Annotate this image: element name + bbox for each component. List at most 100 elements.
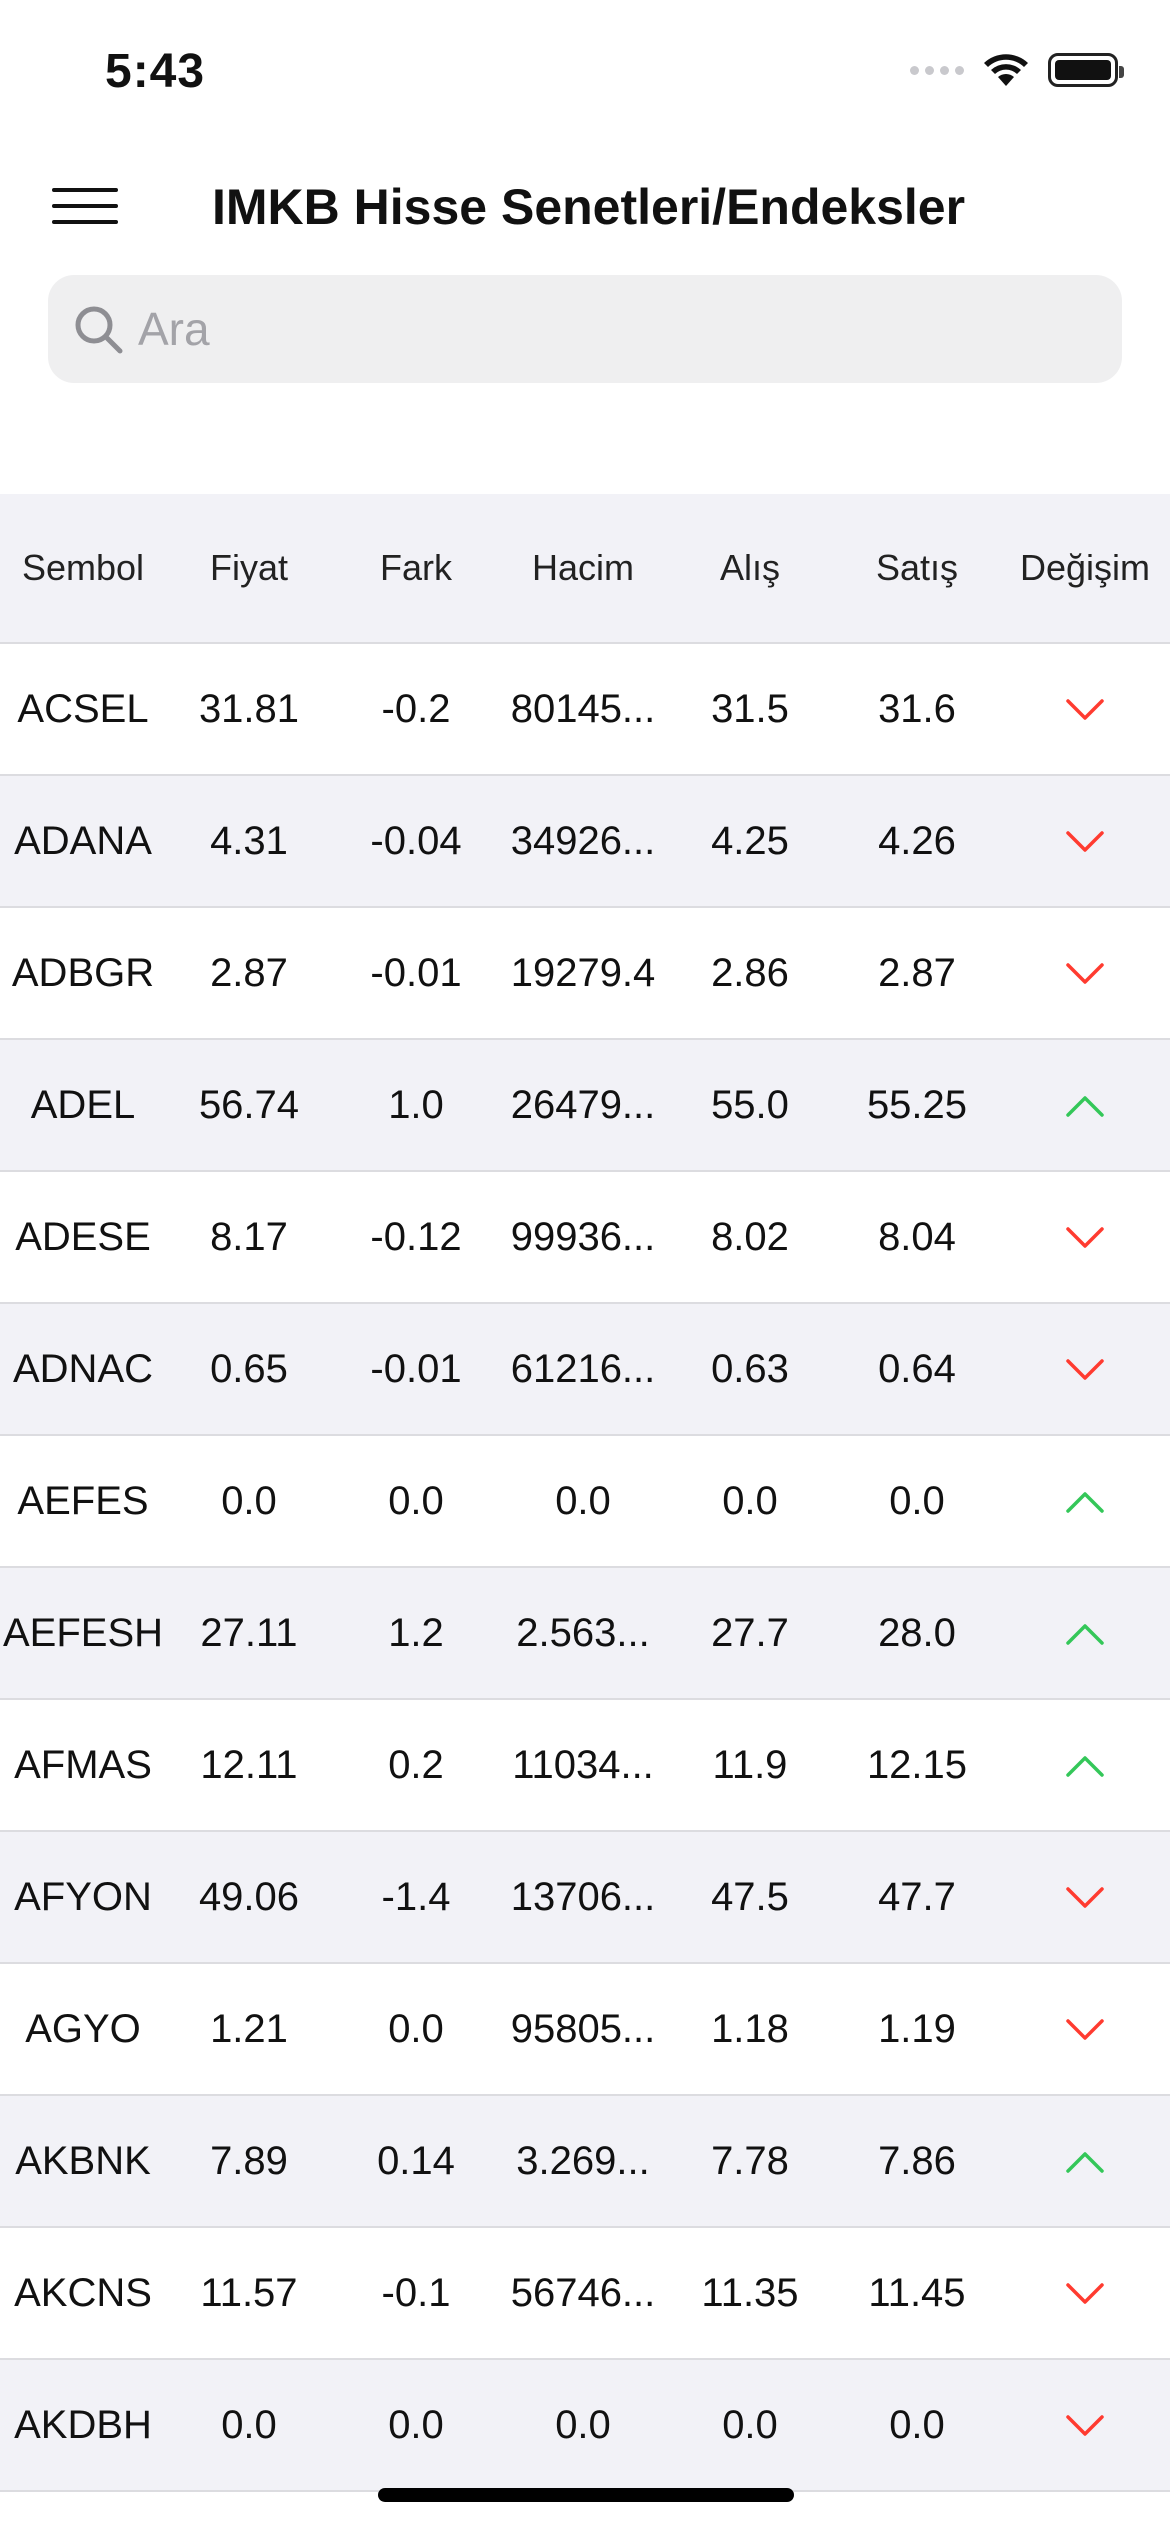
cell-fiyat: 27.11 bbox=[200, 1610, 298, 1655]
cell-sembol: AEFESH bbox=[2, 1610, 164, 1655]
cell-alis: 0.0 bbox=[722, 1478, 778, 1523]
cell-alis: 55.0 bbox=[711, 1082, 789, 1127]
wifi-icon bbox=[984, 54, 1028, 86]
cell-hacim: 3.269... bbox=[516, 2138, 650, 2183]
stock-table: Sembol Fiyat Fark Hacim Alış Satış Değişim ACS… bbox=[0, 494, 1170, 2492]
cell-fark: -0.2 bbox=[381, 686, 451, 731]
search-bar[interactable] bbox=[48, 275, 1122, 383]
cell-hacim: 56746... bbox=[510, 2270, 656, 2315]
table-row[interactable]: AFMAS 12.11 0.2 11034... 11.9 12.15 bbox=[0, 1700, 1170, 1832]
table-row[interactable]: AEFES 0.0 0.0 0.0 0.0 0.0 bbox=[0, 1436, 1170, 1568]
table-row[interactable]: ADBGR 2.87 -0.01 19279.4 2.86 2.87 bbox=[0, 908, 1170, 1040]
status-time: 5:43 bbox=[105, 45, 206, 98]
table-row[interactable]: ADEL 56.74 1.0 26479... 55.0 55.25 bbox=[0, 1040, 1170, 1172]
cell-alis: 7.78 bbox=[711, 2138, 789, 2183]
cell-satis: 2.87 bbox=[878, 950, 956, 995]
cell-alis: 1.18 bbox=[711, 2006, 789, 2051]
chevron-down-icon bbox=[1000, 819, 1170, 864]
cell-fiyat: 0.65 bbox=[210, 1346, 288, 1391]
home-indicator[interactable] bbox=[378, 2488, 794, 2502]
cell-fiyat: 31.81 bbox=[198, 686, 300, 731]
header-sembol[interactable]: Sembol bbox=[0, 547, 166, 589]
cell-sembol: AFMAS bbox=[14, 1742, 152, 1787]
table-row[interactable]: ADNAC 0.65 -0.01 61216... 0.63 0.64 bbox=[0, 1304, 1170, 1436]
cell-satis: 1.19 bbox=[878, 2006, 956, 2051]
cell-sembol: AKBNK bbox=[15, 2138, 151, 2183]
cell-sembol: ADNAC bbox=[12, 1346, 154, 1391]
table-row[interactable]: ADANA 4.31 -0.04 34926... 4.25 4.26 bbox=[0, 776, 1170, 908]
chevron-down-icon bbox=[1000, 951, 1170, 996]
chevron-down-icon bbox=[1000, 2271, 1170, 2316]
cell-satis: 0.0 bbox=[889, 2402, 945, 2447]
table-row[interactable]: AFYON 49.06 -1.4 13706... 47.5 47.7 bbox=[0, 1832, 1170, 1964]
chevron-down-icon bbox=[1000, 1215, 1170, 1260]
cell-fark: -0.04 bbox=[370, 818, 462, 863]
cell-fiyat: 49.06 bbox=[198, 1874, 300, 1919]
chevron-down-icon bbox=[1000, 1347, 1170, 1392]
header-degisim[interactable]: Değişim bbox=[1000, 547, 1170, 589]
table-row[interactable]: AKCNS 11.57 -0.1 56746... 11.35 11.45 bbox=[0, 2228, 1170, 2360]
cell-fark: -1.4 bbox=[381, 1874, 451, 1919]
cell-satis: 7.86 bbox=[878, 2138, 956, 2183]
cell-fiyat: 1.21 bbox=[210, 2006, 288, 2051]
cell-hacim: 80145... bbox=[510, 686, 656, 731]
cell-hacim: 2.563... bbox=[516, 1610, 650, 1655]
cell-satis: 8.04 bbox=[878, 1214, 956, 1259]
header-fark[interactable]: Fark bbox=[332, 547, 500, 589]
cell-fark: -0.12 bbox=[370, 1214, 462, 1259]
cell-alis: 31.5 bbox=[711, 686, 789, 731]
header-alis[interactable]: Alış bbox=[666, 547, 834, 589]
cell-fiyat: 11.57 bbox=[200, 2270, 298, 2315]
cell-fark: 0.0 bbox=[388, 2006, 444, 2051]
table-row[interactable]: AEFESH 27.11 1.2 2.563... 27.7 28.0 bbox=[0, 1568, 1170, 1700]
cell-sembol: ADBGR bbox=[11, 950, 155, 995]
cell-fark: 1.0 bbox=[388, 1082, 444, 1127]
cell-alis: 8.02 bbox=[711, 1214, 789, 1259]
cell-sembol: AGYO bbox=[25, 2006, 141, 2051]
cell-hacim: 13706... bbox=[510, 1874, 656, 1919]
cell-hacim: 61216... bbox=[510, 1346, 656, 1391]
chevron-up-icon bbox=[1000, 1611, 1170, 1656]
cell-fark: 0.0 bbox=[388, 2402, 444, 2447]
cell-fark: -0.1 bbox=[381, 2270, 451, 2315]
cell-alis: 0.0 bbox=[722, 2402, 778, 2447]
table-header: Sembol Fiyat Fark Hacim Alış Satış Değişim bbox=[0, 494, 1170, 644]
search-icon bbox=[75, 306, 123, 354]
cell-fark: -0.01 bbox=[370, 1346, 462, 1391]
cell-fiyat: 12.11 bbox=[200, 1742, 298, 1787]
search-input[interactable] bbox=[138, 302, 1038, 356]
cell-fark: 1.2 bbox=[388, 1610, 444, 1655]
cell-fiyat: 0.0 bbox=[221, 2402, 277, 2447]
cell-satis: 47.7 bbox=[878, 1874, 956, 1919]
cell-alis: 4.25 bbox=[711, 818, 789, 863]
page-title: IMKB Hisse Senetleri/Endeksler bbox=[212, 179, 966, 235]
header-hacim[interactable]: Hacim bbox=[500, 547, 666, 589]
navigation-bar: IMKB Hisse Senetleri/Endeksler bbox=[0, 150, 1170, 260]
table-row[interactable]: ACSEL 31.81 -0.2 80145... 31.5 31.6 bbox=[0, 644, 1170, 776]
cell-alis: 11.9 bbox=[712, 1742, 788, 1787]
header-fiyat[interactable]: Fiyat bbox=[166, 547, 332, 589]
chevron-up-icon bbox=[1000, 2139, 1170, 2184]
chevron-down-icon bbox=[1000, 2007, 1170, 2052]
cell-fark: -0.01 bbox=[370, 950, 462, 995]
cell-alis: 27.7 bbox=[711, 1610, 789, 1655]
cell-sembol: ADANA bbox=[14, 818, 152, 863]
cell-sembol: AKCNS bbox=[14, 2270, 152, 2315]
table-row[interactable]: ADESE 8.17 -0.12 99936... 8.02 8.04 bbox=[0, 1172, 1170, 1304]
table-row[interactable]: AKDBH 0.0 0.0 0.0 0.0 0.0 bbox=[0, 2360, 1170, 2492]
battery-icon bbox=[1048, 53, 1124, 87]
table-row[interactable]: AGYO 1.21 0.0 95805... 1.18 1.19 bbox=[0, 1964, 1170, 2096]
hamburger-menu-icon[interactable] bbox=[52, 188, 118, 230]
cell-satis: 55.25 bbox=[866, 1082, 968, 1127]
header-satis[interactable]: Satış bbox=[834, 547, 1000, 589]
cell-fiyat: 7.89 bbox=[210, 2138, 288, 2183]
cell-sembol: ADEL bbox=[30, 1082, 136, 1127]
status-bar: 5:43 bbox=[0, 0, 1170, 140]
cell-satis: 28.0 bbox=[878, 1610, 956, 1655]
cell-hacim: 26479... bbox=[510, 1082, 656, 1127]
chevron-down-icon bbox=[1000, 687, 1170, 732]
cell-hacim: 11034... bbox=[512, 1742, 654, 1787]
cell-hacim: 19279.4 bbox=[510, 950, 656, 995]
cellular-signal-icon bbox=[910, 65, 964, 75]
table-row[interactable]: AKBNK 7.89 0.14 3.269... 7.78 7.86 bbox=[0, 2096, 1170, 2228]
